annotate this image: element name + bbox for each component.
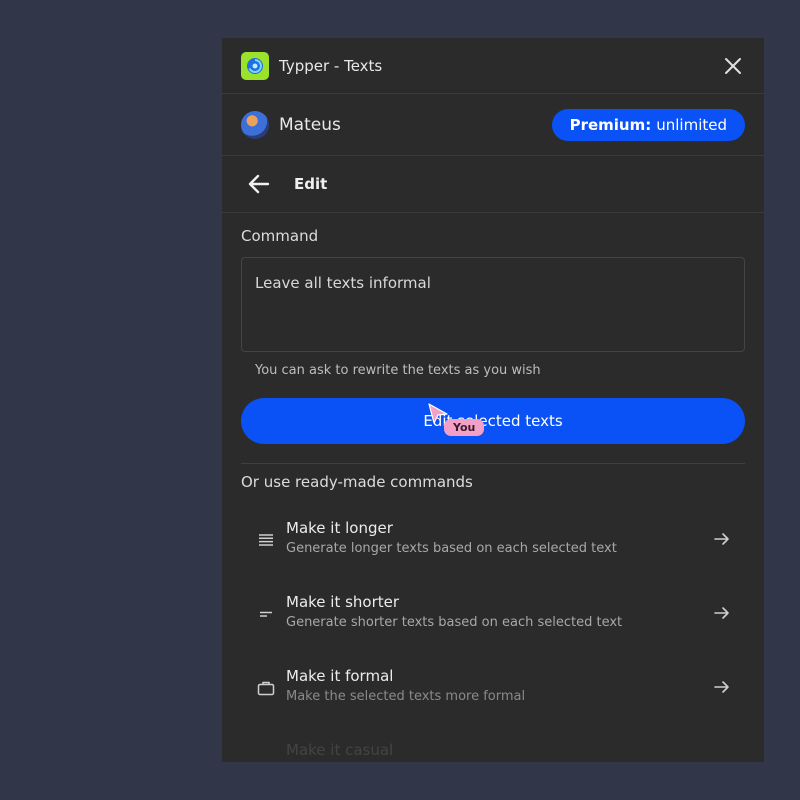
close-icon[interactable] <box>721 54 745 78</box>
user-name: Mateus <box>279 114 341 135</box>
cursor-tag: You <box>444 419 485 436</box>
title-bar: Typper - Texts <box>222 38 764 94</box>
command-item-title: Make it formal <box>286 667 394 685</box>
nav-bar: Edit <box>222 156 764 213</box>
extension-panel: Typper - Texts Mateus Premium: unlimited… <box>222 38 764 762</box>
app-title: Typper - Texts <box>279 56 383 75</box>
user-bar: Mateus Premium: unlimited <box>222 94 764 156</box>
lines-icon <box>257 531 275 549</box>
page-title: Edit <box>294 175 328 193</box>
command-hint: You can ask to rewrite the texts as you … <box>255 363 541 378</box>
command-input[interactable]: Leave all texts informal <box>241 257 745 352</box>
command-item-desc: Generate shorter texts based on each sel… <box>286 615 623 630</box>
command-item-formal[interactable]: Make it formal Make the selected texts m… <box>241 659 745 733</box>
command-item-desc: Make the selected texts more formal <box>286 689 526 704</box>
command-label: Command <box>241 227 319 245</box>
edit-selected-texts-button[interactable]: Edit selected texts You <box>241 398 745 444</box>
short-lines-icon <box>257 605 275 623</box>
command-item-longer[interactable]: Make it longer Generate longer texts bas… <box>241 511 745 585</box>
premium-value: unlimited <box>656 115 727 134</box>
command-item-title: Make it shorter <box>286 593 400 611</box>
command-item-title: Make it longer <box>286 519 393 537</box>
back-arrow-icon[interactable] <box>248 172 272 196</box>
casual-icon <box>257 753 275 762</box>
arrow-right-icon <box>713 678 731 696</box>
app-logo-icon <box>241 51 269 80</box>
ready-made-title: Or use ready-made commands <box>241 473 473 491</box>
command-item-desc: Generate longer texts based on each sele… <box>286 541 617 556</box>
command-item-title: Make it casual <box>286 741 394 759</box>
command-item-casual[interactable]: Make it casual <box>241 733 745 762</box>
premium-badge[interactable]: Premium: unlimited <box>551 108 745 141</box>
divider <box>241 463 745 464</box>
command-item-shorter[interactable]: Make it shorter Generate shorter texts b… <box>241 585 745 659</box>
premium-label: Premium: <box>569 115 652 134</box>
briefcase-icon <box>257 679 275 697</box>
arrow-right-icon <box>713 530 731 548</box>
avatar <box>241 110 269 139</box>
main-content: Command Leave all texts informal You can… <box>222 227 764 762</box>
ready-made-list: Make it longer Generate longer texts bas… <box>241 511 745 762</box>
arrow-right-icon <box>713 604 731 622</box>
